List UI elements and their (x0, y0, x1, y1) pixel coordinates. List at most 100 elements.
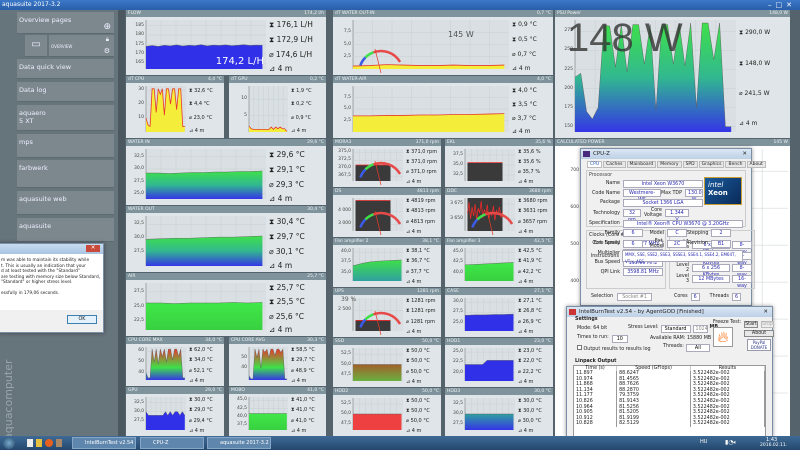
flame-icon: 🔥︎ (713, 327, 733, 347)
panel-stats: ⧗ 50,0 °C ⧗ 50,0 °C ⌀ 50,0 °C ⊿ 4 m (406, 396, 440, 436)
memory-input[interactable]: 1024 (692, 325, 708, 333)
sidebar-item-mps[interactable]: mps (17, 134, 114, 158)
overview-pages-icon[interactable]: ▭ (25, 35, 47, 57)
y-tick-label: 27,5 (452, 309, 463, 315)
series-area (465, 262, 514, 281)
max-value: ⧗ 30,0 °C (518, 398, 542, 404)
taskbar-item-aquasuite[interactable]: aquasuite 2017-3.2 (207, 437, 271, 449)
plus-circle-icon[interactable]: ⊕ (103, 22, 111, 32)
min-value: ⧗ 3,5 °C (512, 101, 537, 108)
ibt-titlebar[interactable]: IntelBurnTest v2.54 - by AgentGOD [Finis… (567, 307, 772, 317)
timespan: ⊿ 4 m (269, 260, 293, 270)
y-tick-label: 150 (564, 123, 573, 129)
sidebar-item-aquasuite-web[interactable]: aquasuite web (17, 191, 114, 215)
start-button[interactable] (3, 437, 15, 449)
tool-icon[interactable] (56, 439, 62, 447)
cpuz-titlebar[interactable]: CPU-Z ✕ (581, 149, 751, 159)
stepping-label: Stepping (687, 230, 709, 236)
tab-bench[interactable]: Bench (725, 161, 746, 168)
y-tick-label: 170 (135, 50, 144, 56)
taskbar-item-cpuz[interactable]: CPU-Z (140, 437, 204, 449)
max-value: ⧗ 58,5 °C (291, 347, 315, 354)
ibt-close-button[interactable]: ✕ (763, 307, 768, 317)
close-button[interactable]: ✕ (786, 1, 796, 9)
tab-about[interactable]: About (746, 161, 766, 168)
min-value: ⧗ 29,0 °C (189, 407, 213, 414)
timespan: ⊿ 4 m (512, 128, 531, 135)
y-tick-label: 52,5 (340, 351, 351, 357)
dialog-titlebar[interactable]: ✕ (0, 244, 103, 254)
linpack-output-table: Time (s) Speed (GFlops) Results 11.897 88.62… (573, 365, 766, 439)
socket-select[interactable]: Socket #1 (617, 292, 652, 301)
y-tick-label: 25,0 (452, 349, 463, 355)
explorer-icon[interactable] (27, 439, 33, 447)
max-value: ⧗ 62,0 °C (189, 347, 213, 354)
stress-level-select[interactable]: Standard (660, 325, 691, 333)
panel-stats: ⧗ 29,6 °C ⧗ 29,1 °C ⌀ 29,3 °C ⊿ 4 m (269, 147, 325, 205)
avg-value: ⌀ 29,3 °C (269, 179, 304, 189)
threads-label: Threads (709, 294, 729, 299)
dialog-close-button[interactable]: ✕ (86, 245, 100, 252)
maximize-button[interactable]: □ (776, 1, 787, 9)
max-value: ⧗ 29,6 °C (269, 149, 305, 159)
sidebar-item-aquasuite[interactable]: aquasuite (17, 218, 114, 242)
tab-cpu[interactable]: CPU (587, 161, 603, 168)
clock-date[interactable]: 2016.02.11. (760, 443, 787, 448)
tab-mainboard[interactable]: Mainboard (626, 161, 657, 168)
mode-label: Mode: (577, 326, 592, 331)
sidebar-item-data-quick-view[interactable]: Data quick view (17, 59, 114, 79)
paypal-donate-button[interactable]: PayPal DONATE (747, 339, 771, 351)
folder-icon[interactable] (36, 439, 42, 447)
codename-value: Westmere-WS (623, 189, 661, 203)
overview-page-tile[interactable]: OVERVIEW 🔒︎ ⚙ (49, 35, 114, 57)
lock-icon[interactable]: 🔒︎ (106, 36, 109, 44)
language-indicator[interactable]: HU (700, 439, 707, 445)
cpuz-close-button[interactable]: ✕ (742, 149, 747, 159)
min-value: ⧗ 4,4 °C (189, 101, 210, 108)
sidebar-item-data-log[interactable]: Data log (17, 82, 114, 102)
tab-spd[interactable]: SPD (682, 161, 698, 168)
avg-value: ⌀ 241,5 W (739, 90, 770, 98)
timespan: ⊿ 4 m (189, 377, 205, 384)
times-to-run-input[interactable]: 10 (611, 335, 628, 343)
avg-value: ⌀ 371,0 rpm (406, 169, 437, 175)
output-checkbox[interactable] (577, 345, 582, 350)
gear-icon[interactable]: ⚙ (104, 47, 110, 55)
taskbar-item-intelburntest[interactable]: IntelBurnTest v2.54 (72, 437, 136, 449)
tab-memory[interactable]: Memory (657, 161, 682, 168)
ok-button[interactable]: OK (67, 315, 97, 324)
timespan: ⊿ 4 m (739, 119, 758, 127)
y-tick-label: 25,0 (133, 191, 144, 196)
panel-air: AIR 25,7 °C 27,5 25,0 22,5 ⧗ 25,7 °C ⧗ 25,5 °C… (126, 273, 326, 336)
threads-select[interactable]: All (685, 344, 710, 352)
firefox-icon[interactable] (45, 439, 53, 447)
sidebar-item-aquaero[interactable]: aquaero 5 XT (17, 105, 114, 131)
stop-button[interactable]: Stop (761, 321, 774, 328)
max-value: ⧗ 27,1 °C (518, 298, 542, 305)
max-value: ⧗ 1281 rpm (406, 298, 436, 305)
scrollbar[interactable] (118, 10, 125, 436)
sidebar-item-farbwerk[interactable]: farbwerk (17, 160, 114, 188)
window-controls[interactable]: –□✕ (768, 0, 796, 10)
start-button[interactable]: Start (744, 321, 758, 328)
dialog-text-line: essfully in 179,06 seconds. (1, 290, 60, 296)
y-tick-label: 35,0 (340, 269, 351, 275)
settings-section: Settings Mode: 64 bit Stress Level: Stand… (571, 317, 774, 359)
y-tick-label: 600 (570, 205, 579, 211)
minimize-button[interactable]: – (768, 1, 776, 9)
l2-ways: 8-way (732, 263, 752, 278)
network-icon[interactable]: ▮◔🔈︎ (725, 439, 737, 447)
tab-graphics[interactable]: Graphics (698, 161, 725, 168)
avg-value: ⌀ 50,0 °C (406, 418, 430, 424)
panel-ups: UPS 1281 rpm 2 500 39 % ⧗ 1281 rpm ⧗ 1281 rpm… (333, 288, 441, 337)
min-value: ⧗ 35,6 % (518, 159, 541, 165)
l3-value: 12 MBytes (692, 275, 730, 283)
y-tick-label: 30,0 (133, 235, 144, 241)
nav-overview-pages[interactable]: Overview pages ⊕ (17, 12, 114, 34)
sidebar-item-label: mps (19, 138, 33, 146)
tab-caches[interactable]: Caches (603, 161, 626, 168)
about-button[interactable]: About (744, 330, 774, 337)
panel-ds: DS 4813 rpm 4 000 3 000 ⧗ 4819 rpm ⧗ 4813 rpm… (333, 188, 441, 237)
timespan: ⊿ 4 m (269, 63, 293, 73)
series-area (465, 314, 514, 331)
